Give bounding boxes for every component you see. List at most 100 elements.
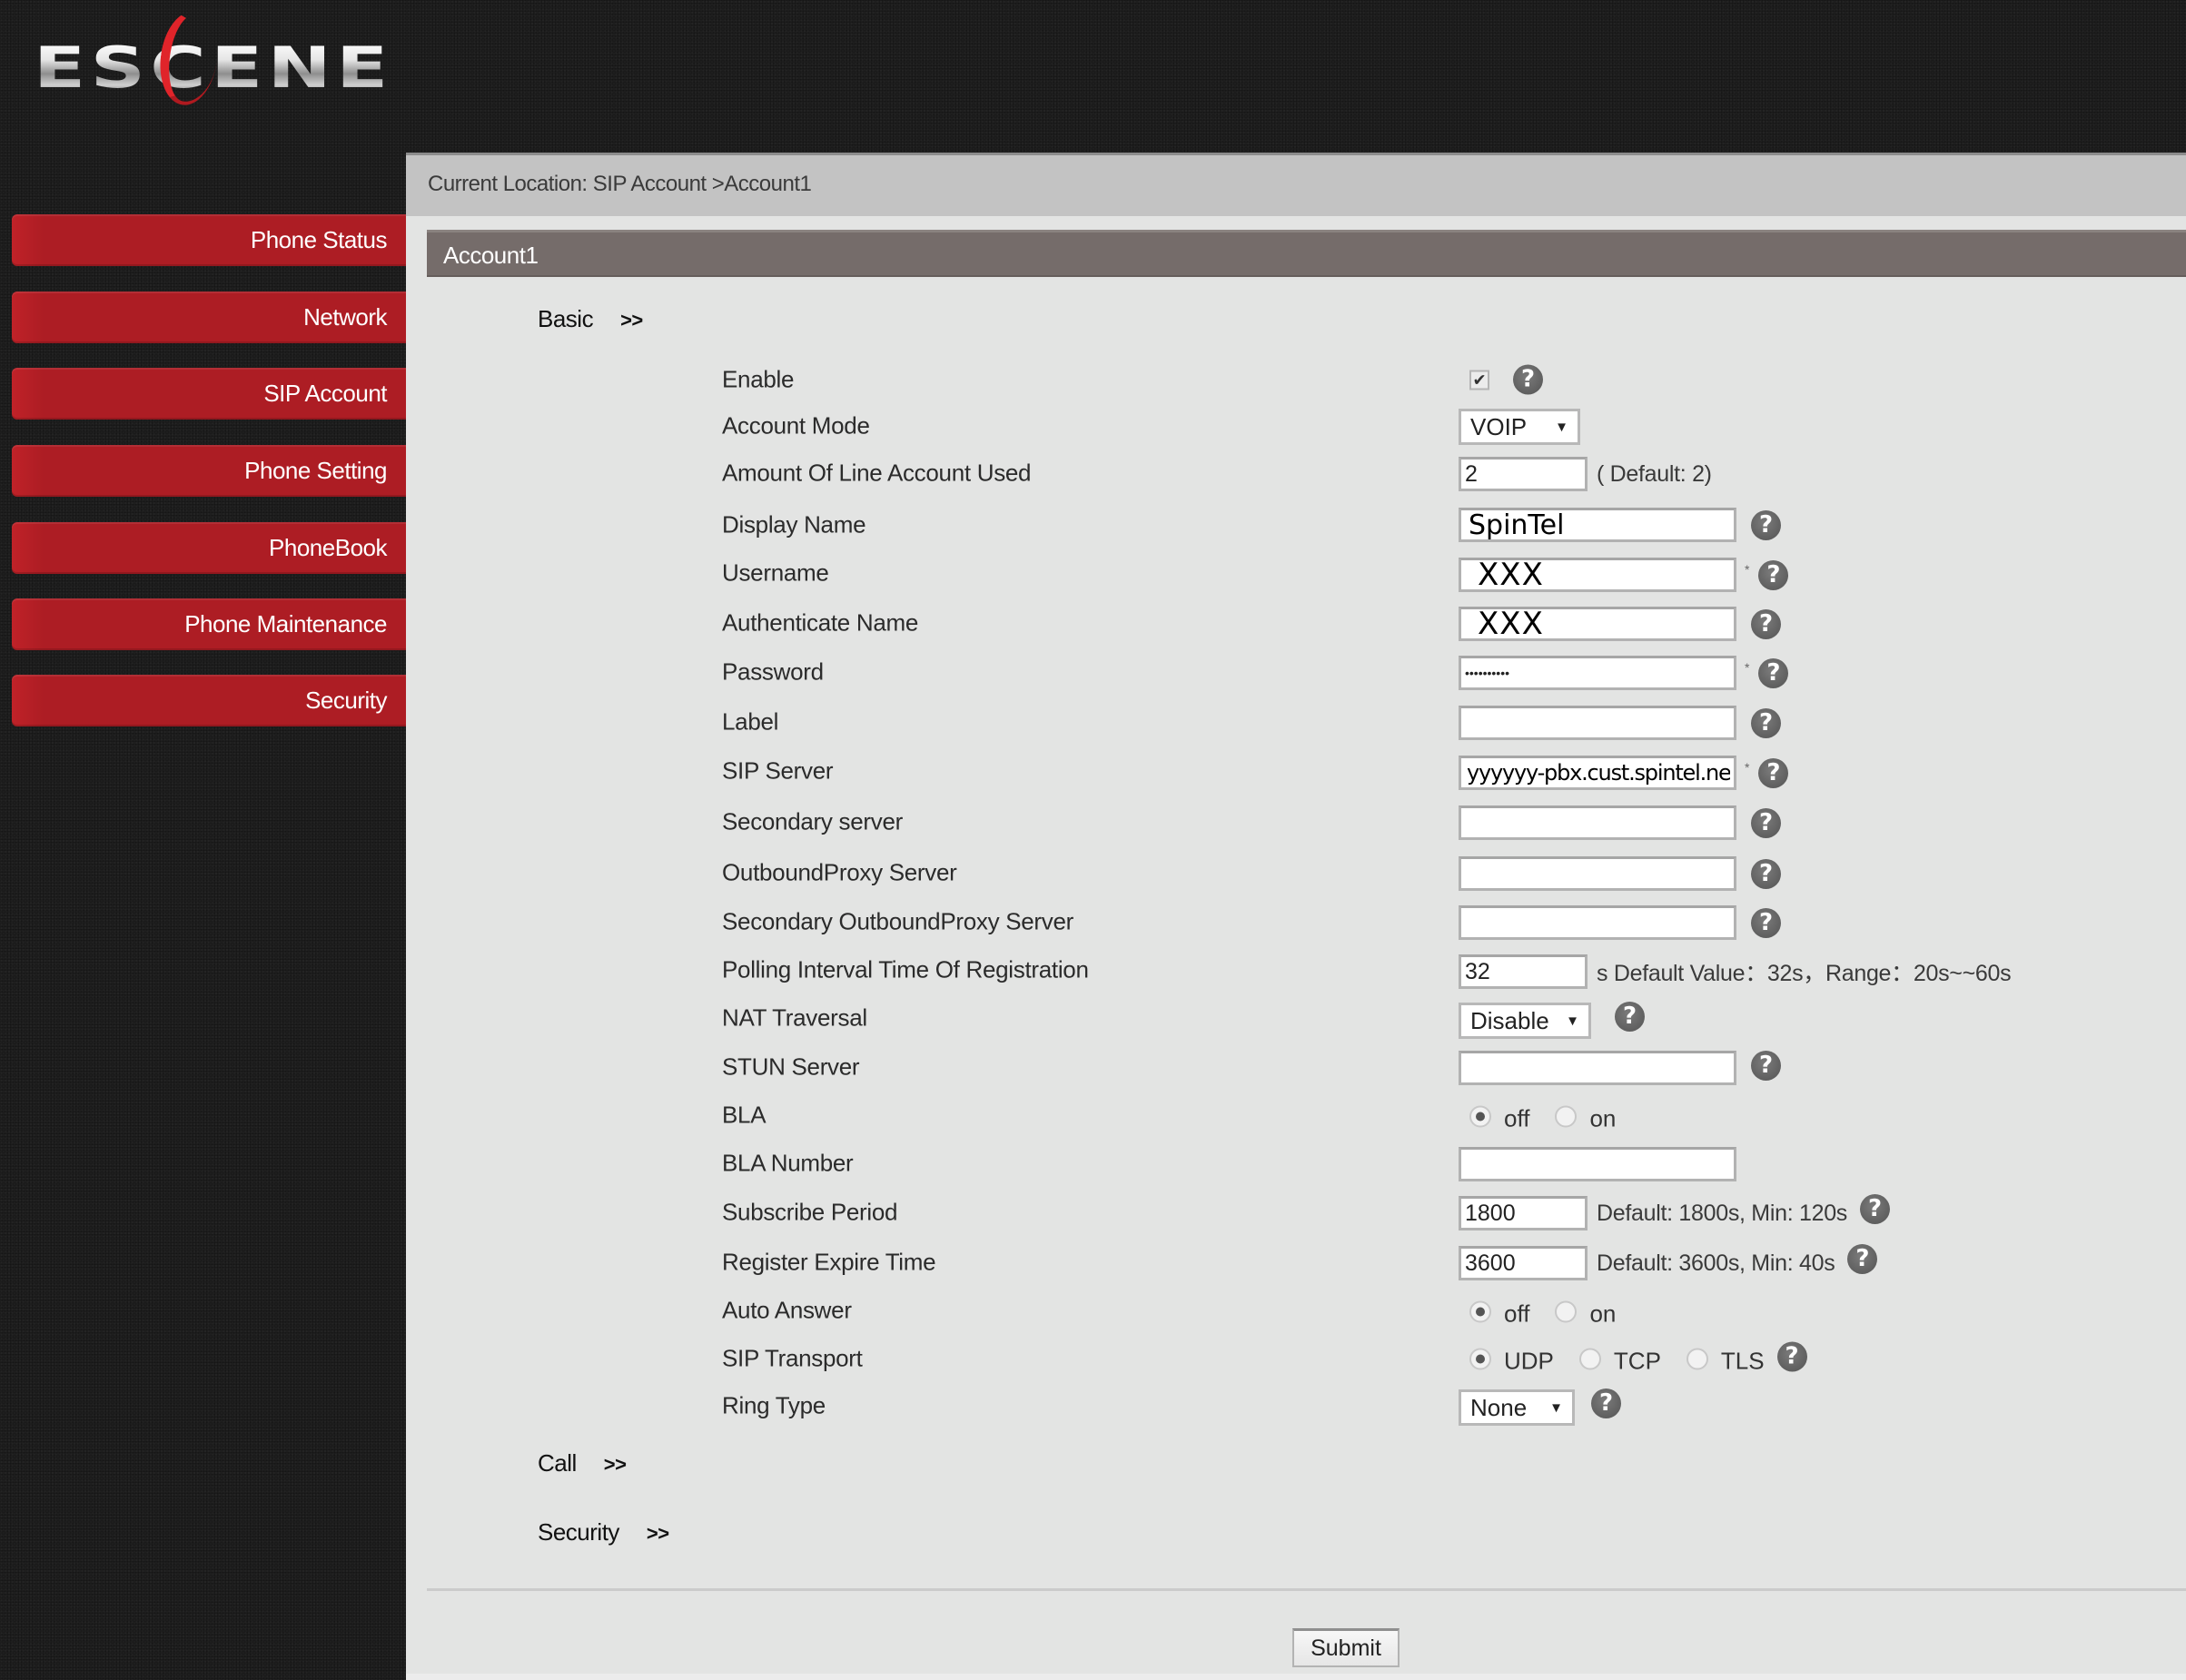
account-mode-value: VOIP [1470, 412, 1528, 440]
breadcrumb: Current Location: SIP Account >Account1 [428, 172, 812, 196]
enable-checkbox[interactable]: ✔ [1469, 370, 1489, 390]
expand-arrows-icon: >> [646, 1522, 669, 1545]
submit-button[interactable]: Submit [1292, 1628, 1400, 1667]
required-marker: * [1745, 562, 1750, 577]
authenticate-name-label: Authenticate Name [722, 608, 919, 637]
secondary-server-row: ? [1459, 805, 1781, 840]
nat-traversal-value: Disable [1470, 1006, 1549, 1034]
username-label: Username [722, 558, 829, 587]
help-icon[interactable]: ? [1513, 364, 1543, 395]
basic-group-label: Basic [538, 305, 594, 332]
help-icon[interactable]: ? [1615, 1001, 1645, 1032]
password-row: * ? [1459, 656, 1789, 690]
display-name-input[interactable] [1459, 508, 1736, 542]
stun-server-input[interactable] [1459, 1051, 1736, 1085]
account-mode-label: Account Mode [722, 411, 870, 440]
sidebar-item-network[interactable]: Network [12, 292, 406, 343]
auto-answer-off-radio[interactable] [1469, 1300, 1491, 1322]
register-expire-row: Default: 3600s, Min: 40s ? [1459, 1243, 1878, 1280]
help-icon[interactable]: ? [1758, 559, 1789, 590]
help-icon[interactable]: ? [1751, 608, 1781, 639]
secondary-server-input[interactable] [1459, 805, 1736, 840]
nat-traversal-select[interactable]: Disable ▼ [1459, 1003, 1591, 1039]
subscribe-period-input[interactable] [1459, 1196, 1588, 1230]
help-icon[interactable]: ? [1751, 707, 1781, 738]
help-icon[interactable]: ? [1751, 509, 1781, 540]
auto-answer-on-label: on [1589, 1300, 1617, 1328]
section-header: Account1 [427, 230, 2186, 277]
bla-number-row [1459, 1147, 1736, 1181]
help-icon[interactable]: ? [1758, 757, 1789, 788]
bla-on-radio[interactable] [1555, 1105, 1578, 1127]
help-icon[interactable]: ? [1591, 1388, 1621, 1418]
bla-off-radio[interactable] [1469, 1105, 1491, 1127]
sidebar-item-phonebook[interactable]: PhoneBook [12, 522, 406, 574]
username-input[interactable] [1459, 558, 1736, 592]
sip-server-row: * ? [1459, 756, 1789, 790]
register-expire-hint: Default: 3600s, Min: 40s [1597, 1250, 1835, 1276]
dropdown-arrow-icon: ▼ [1549, 1399, 1563, 1416]
help-icon[interactable]: ? [1751, 807, 1781, 838]
expand-arrows-icon: >> [603, 1453, 627, 1476]
label-row: ? [1459, 706, 1781, 740]
footer-strip [406, 1674, 2186, 1680]
transport-tls-radio[interactable] [1686, 1348, 1708, 1369]
polling-interval-input[interactable] [1459, 954, 1588, 989]
help-icon[interactable]: ? [1847, 1243, 1878, 1274]
expand-arrows-icon: >> [620, 309, 643, 331]
transport-udp-radio[interactable] [1469, 1348, 1491, 1369]
sip-transport-label: SIP Transport [722, 1344, 863, 1372]
required-marker: * [1745, 660, 1750, 675]
register-expire-input[interactable] [1459, 1246, 1588, 1280]
dropdown-arrow-icon: ▼ [1566, 1013, 1579, 1029]
sidebar-item-sip-account[interactable]: SIP Account [12, 368, 406, 420]
amount-of-line-row: ( Default: 2) [1459, 457, 1712, 491]
breadcrumb-bar: Current Location: SIP Account >Account1 [406, 153, 2186, 216]
call-group-toggle[interactable]: Call >> [538, 1449, 627, 1477]
authenticate-name-input[interactable] [1459, 607, 1736, 641]
bla-number-input[interactable] [1459, 1147, 1736, 1181]
polling-interval-hint: s Default Value：32s，Range：20s~~60s [1597, 961, 2012, 986]
ring-type-select[interactable]: None ▼ [1459, 1389, 1575, 1426]
sidebar-item-phone-setting[interactable]: Phone Setting [12, 445, 406, 497]
sidebar-item-phone-status[interactable]: Phone Status [12, 214, 406, 266]
bla-label: BLA [722, 1101, 767, 1129]
account-mode-select[interactable]: VOIP ▼ [1459, 409, 1580, 445]
bla-row: off on [1469, 1102, 1641, 1132]
amount-of-line-hint: ( Default: 2) [1597, 460, 1712, 487]
sidebar-item-phone-maintenance[interactable]: Phone Maintenance [12, 598, 406, 650]
register-expire-label: Register Expire Time [722, 1248, 936, 1276]
username-row: * ? [1459, 558, 1789, 592]
help-icon[interactable]: ? [1860, 1193, 1890, 1224]
sip-transport-row: UDP TCP TLS ? [1469, 1341, 1807, 1375]
polling-interval-label: Polling Interval Time Of Registration [722, 955, 1089, 983]
outbound-proxy-input[interactable] [1459, 856, 1736, 891]
subscribe-period-row: Default: 1800s, Min: 120s ? [1459, 1193, 1890, 1230]
sip-server-label: SIP Server [722, 756, 834, 785]
basic-group-toggle[interactable]: Basic >> [538, 305, 643, 333]
display-name-row: ? [1459, 508, 1781, 542]
label-input[interactable] [1459, 706, 1736, 740]
outbound-proxy-row: ? [1459, 856, 1781, 891]
display-name-label: Display Name [722, 510, 866, 539]
secondary-outbound-proxy-input[interactable] [1459, 905, 1736, 940]
sip-server-input[interactable] [1459, 756, 1736, 790]
help-icon[interactable]: ? [1751, 907, 1781, 938]
subscribe-period-label: Subscribe Period [722, 1198, 898, 1226]
password-input[interactable] [1459, 656, 1736, 690]
transport-tcp-radio[interactable] [1578, 1348, 1601, 1369]
outbound-proxy-label: OutboundProxy Server [722, 858, 957, 886]
bla-number-label: BLA Number [722, 1149, 854, 1177]
auto-answer-on-radio[interactable] [1555, 1300, 1578, 1322]
amount-of-line-input[interactable] [1459, 457, 1588, 491]
sidebar-item-security[interactable]: Security [12, 675, 406, 726]
enable-row: ✔ ? [1469, 364, 1543, 395]
help-icon[interactable]: ? [1751, 1050, 1781, 1081]
call-group-label: Call [538, 1449, 577, 1477]
security-group-toggle[interactable]: Security >> [538, 1518, 669, 1547]
secondary-server-label: Secondary server [722, 807, 903, 835]
help-icon[interactable]: ? [1776, 1341, 1807, 1372]
section-title: Account1 [443, 242, 539, 269]
help-icon[interactable]: ? [1751, 858, 1781, 889]
help-icon[interactable]: ? [1758, 657, 1789, 688]
